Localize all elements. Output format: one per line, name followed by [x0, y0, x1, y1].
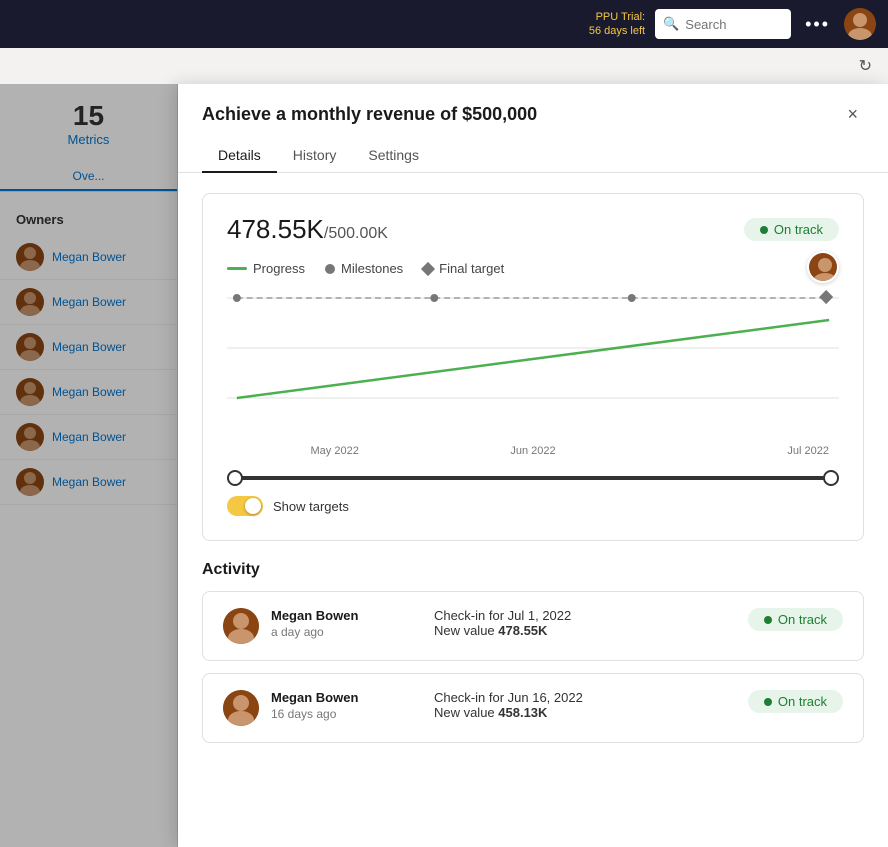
legend-progress-label: Progress [253, 261, 305, 276]
chart-container: 500K 450K 400K [227, 288, 839, 468]
activity-time: a day ago [271, 625, 422, 639]
legend-progress: Progress [227, 261, 305, 276]
tab-details[interactable]: Details [202, 139, 277, 173]
ppu-trial-info: PPU Trial: 56 days left [589, 10, 645, 39]
modal-body: 478.55K/500.00K On track [178, 173, 888, 847]
activity-new-value: New value 458.13K [434, 705, 736, 720]
close-button[interactable]: × [841, 102, 864, 127]
modal-title-row: Achieve a monthly revenue of $500,000 × [202, 102, 864, 127]
user-avatar-top[interactable] [844, 8, 876, 40]
legend-gray-dot [325, 264, 335, 274]
tab-settings[interactable]: Settings [352, 139, 435, 173]
activity-item: Megan Bowen 16 days ago Check-in for Jun… [202, 673, 864, 743]
tab-history[interactable]: History [277, 139, 353, 173]
current-value: 478.55K [227, 214, 324, 244]
legend-milestones-label: Milestones [341, 261, 403, 276]
show-targets-row: Show targets [227, 496, 839, 516]
activity-section: Activity Megan Bowen a day ago Check-in … [202, 561, 864, 743]
on-track-dot [764, 616, 772, 624]
activity-user-name: Megan Bowen [271, 608, 422, 623]
search-icon: 🔍 [663, 16, 679, 32]
activity-new-value: New value 478.55K [434, 623, 736, 638]
range-track [235, 476, 831, 480]
x-label-jun: Jun 2022 [435, 445, 630, 457]
activity-badge-label: On track [778, 612, 827, 627]
on-track-badge: On track [744, 218, 839, 241]
legend-diamond-icon [421, 261, 435, 275]
show-targets-toggle[interactable] [227, 496, 263, 516]
days-left: 56 days left [589, 24, 645, 38]
legend-final-target: Final target [423, 261, 504, 276]
x-label-may: May 2022 [237, 445, 432, 457]
range-slider-container [227, 476, 839, 480]
activity-user-name: Megan Bowen [271, 690, 422, 705]
avatar [223, 690, 259, 726]
chart-wrapper: Progress Milestones Final target [227, 261, 839, 516]
activity-badge: On track [748, 608, 843, 631]
activity-checkin: Check-in for Jul 1, 2022 [434, 608, 736, 623]
stats-value: 478.55K/500.00K [227, 214, 388, 245]
activity-title: Activity [202, 561, 864, 579]
badge-label: On track [774, 222, 823, 237]
refresh-button[interactable]: ↻ [859, 56, 872, 76]
stats-top: 478.55K/500.00K On track [227, 214, 839, 245]
toggle-label: Show targets [273, 499, 349, 514]
x-label-jul: Jul 2022 [634, 445, 829, 457]
chart-user-avatar [807, 251, 839, 283]
search-box[interactable]: 🔍 [655, 9, 791, 39]
chart-svg: 500K 450K 400K [227, 288, 839, 448]
refresh-bar: ↻ [0, 48, 888, 84]
on-track-dot [764, 698, 772, 706]
main-area: 15 Metrics Ove... Owners Megan Bower Meg… [0, 84, 888, 847]
modal-header: Achieve a monthly revenue of $500,000 × … [178, 84, 888, 173]
range-thumb-left[interactable] [227, 470, 243, 486]
legend-green-line [227, 267, 247, 270]
target-value: /500.00K [324, 225, 388, 242]
legend-final-target-label: Final target [439, 261, 504, 276]
legend-milestones: Milestones [325, 261, 403, 276]
activity-detail: Check-in for Jun 16, 2022 New value 458.… [434, 690, 736, 720]
stats-card: 478.55K/500.00K On track [202, 193, 864, 541]
toggle-knob [245, 498, 261, 514]
search-input[interactable] [685, 17, 783, 32]
avatar [223, 608, 259, 644]
modal-title: Achieve a monthly revenue of $500,000 [202, 104, 537, 125]
activity-item: Megan Bowen a day ago Check-in for Jul 1… [202, 591, 864, 661]
chart-legend: Progress Milestones Final target [227, 261, 839, 276]
activity-badge: On track [748, 690, 843, 713]
activity-info: Megan Bowen a day ago [271, 608, 422, 639]
activity-checkin: Check-in for Jun 16, 2022 [434, 690, 736, 705]
activity-badge-label: On track [778, 694, 827, 709]
ppu-label: PPU Trial: [589, 10, 645, 24]
on-track-dot [760, 226, 768, 234]
modal-panel: Achieve a monthly revenue of $500,000 × … [178, 84, 888, 847]
activity-detail: Check-in for Jul 1, 2022 New value 478.5… [434, 608, 736, 638]
activity-time: 16 days ago [271, 707, 422, 721]
x-axis-labels: May 2022 Jun 2022 Jul 2022 [227, 445, 839, 457]
range-thumb-right[interactable] [823, 470, 839, 486]
activity-info: Megan Bowen 16 days ago [271, 690, 422, 721]
topbar: PPU Trial: 56 days left 🔍 ••• [0, 0, 888, 48]
modal-tabs: Details History Settings [202, 139, 864, 172]
more-options-button[interactable]: ••• [801, 14, 834, 35]
